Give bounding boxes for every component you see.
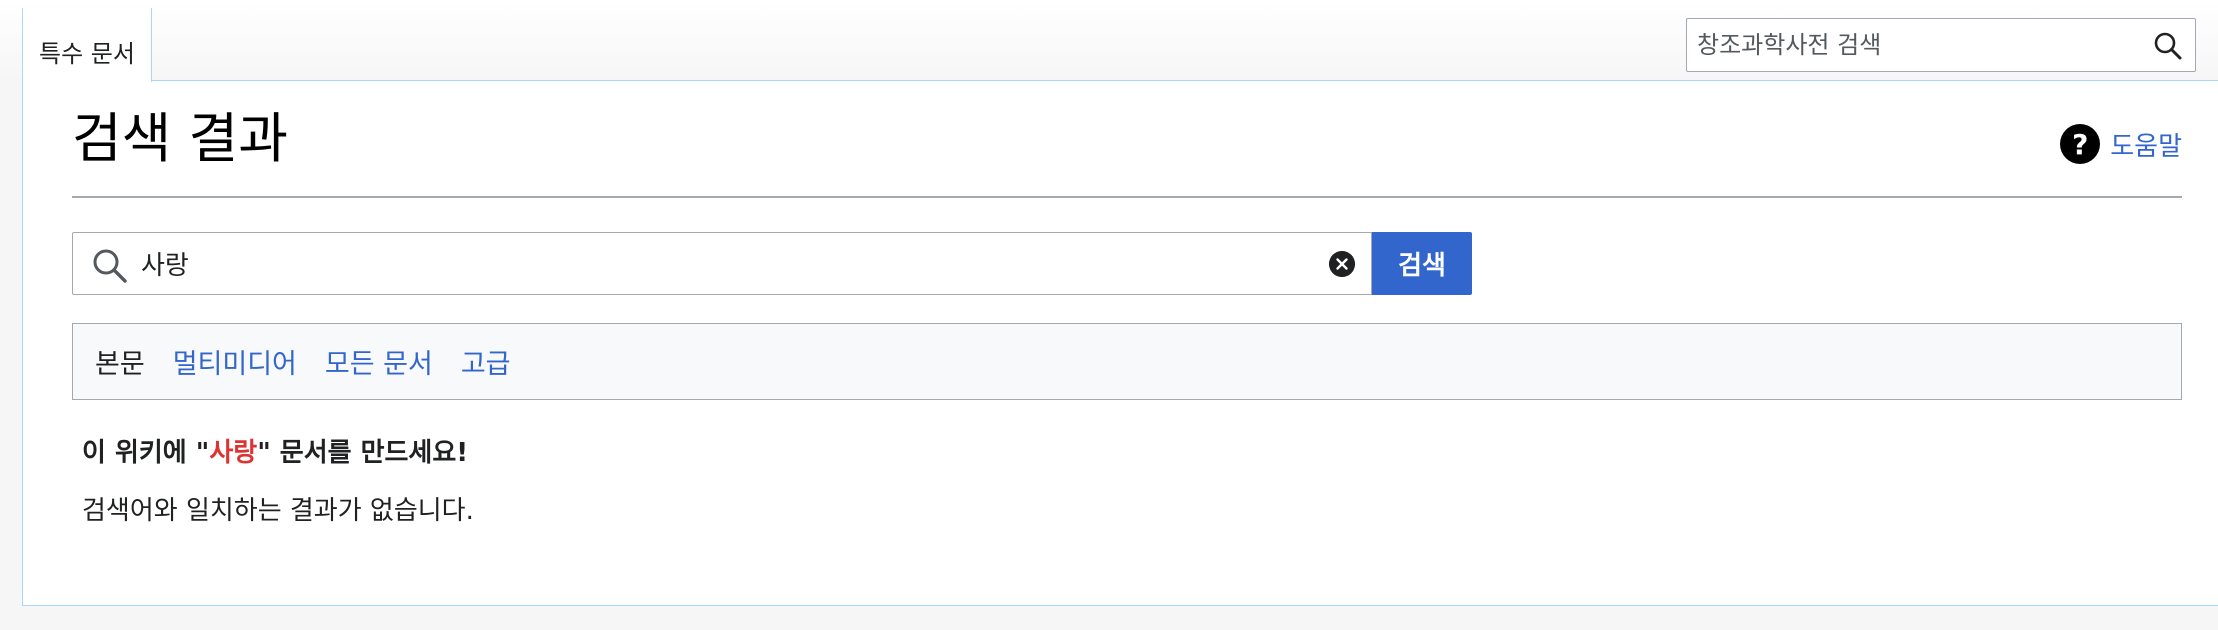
search-button[interactable]: 검색	[1372, 232, 1472, 295]
no-results-message: 검색어와 일치하는 결과가 없습니다.	[82, 496, 474, 526]
help-icon[interactable]: ?	[2060, 124, 2101, 164]
create-page-message: 이 위키에 "사랑" 문서를 만드세요!	[82, 432, 468, 469]
profile-tab-multimedia[interactable]: 멀티미디어	[173, 342, 297, 381]
clear-icon[interactable]	[1329, 251, 1355, 277]
search-icon	[93, 249, 127, 283]
profile-tab-content: 본문	[95, 349, 145, 380]
create-message-prefix: 이 위키에 "	[82, 438, 210, 468]
search-profile-tabs: 본문 멀티미디어 모든 문서 고급	[72, 323, 2182, 400]
search-input[interactable]	[141, 233, 1281, 294]
help-label[interactable]: 도움말	[2110, 126, 2182, 163]
profile-tab-advanced[interactable]: 고급	[461, 342, 511, 381]
create-message-suffix: " 문서를 만드세요!	[257, 438, 469, 468]
header-search-input[interactable]	[1697, 19, 2137, 71]
title-divider	[72, 196, 2182, 198]
page-title: 검색 결과	[72, 107, 288, 170]
create-page-link[interactable]: 사랑	[209, 438, 257, 468]
profile-tab-all-pages[interactable]: 모든 문서	[325, 342, 433, 381]
profile-list: 본문 멀티미디어 모든 문서 고급	[95, 342, 511, 381]
tab-special-page-label: 특수 문서	[39, 40, 135, 68]
search-icon[interactable]	[2153, 31, 2183, 61]
header-search-box[interactable]	[1686, 18, 2196, 72]
help-link[interactable]: ? 도움말	[2060, 124, 2182, 164]
tab-special-page[interactable]: 특수 문서	[22, 8, 152, 82]
search-box[interactable]	[72, 232, 1372, 295]
